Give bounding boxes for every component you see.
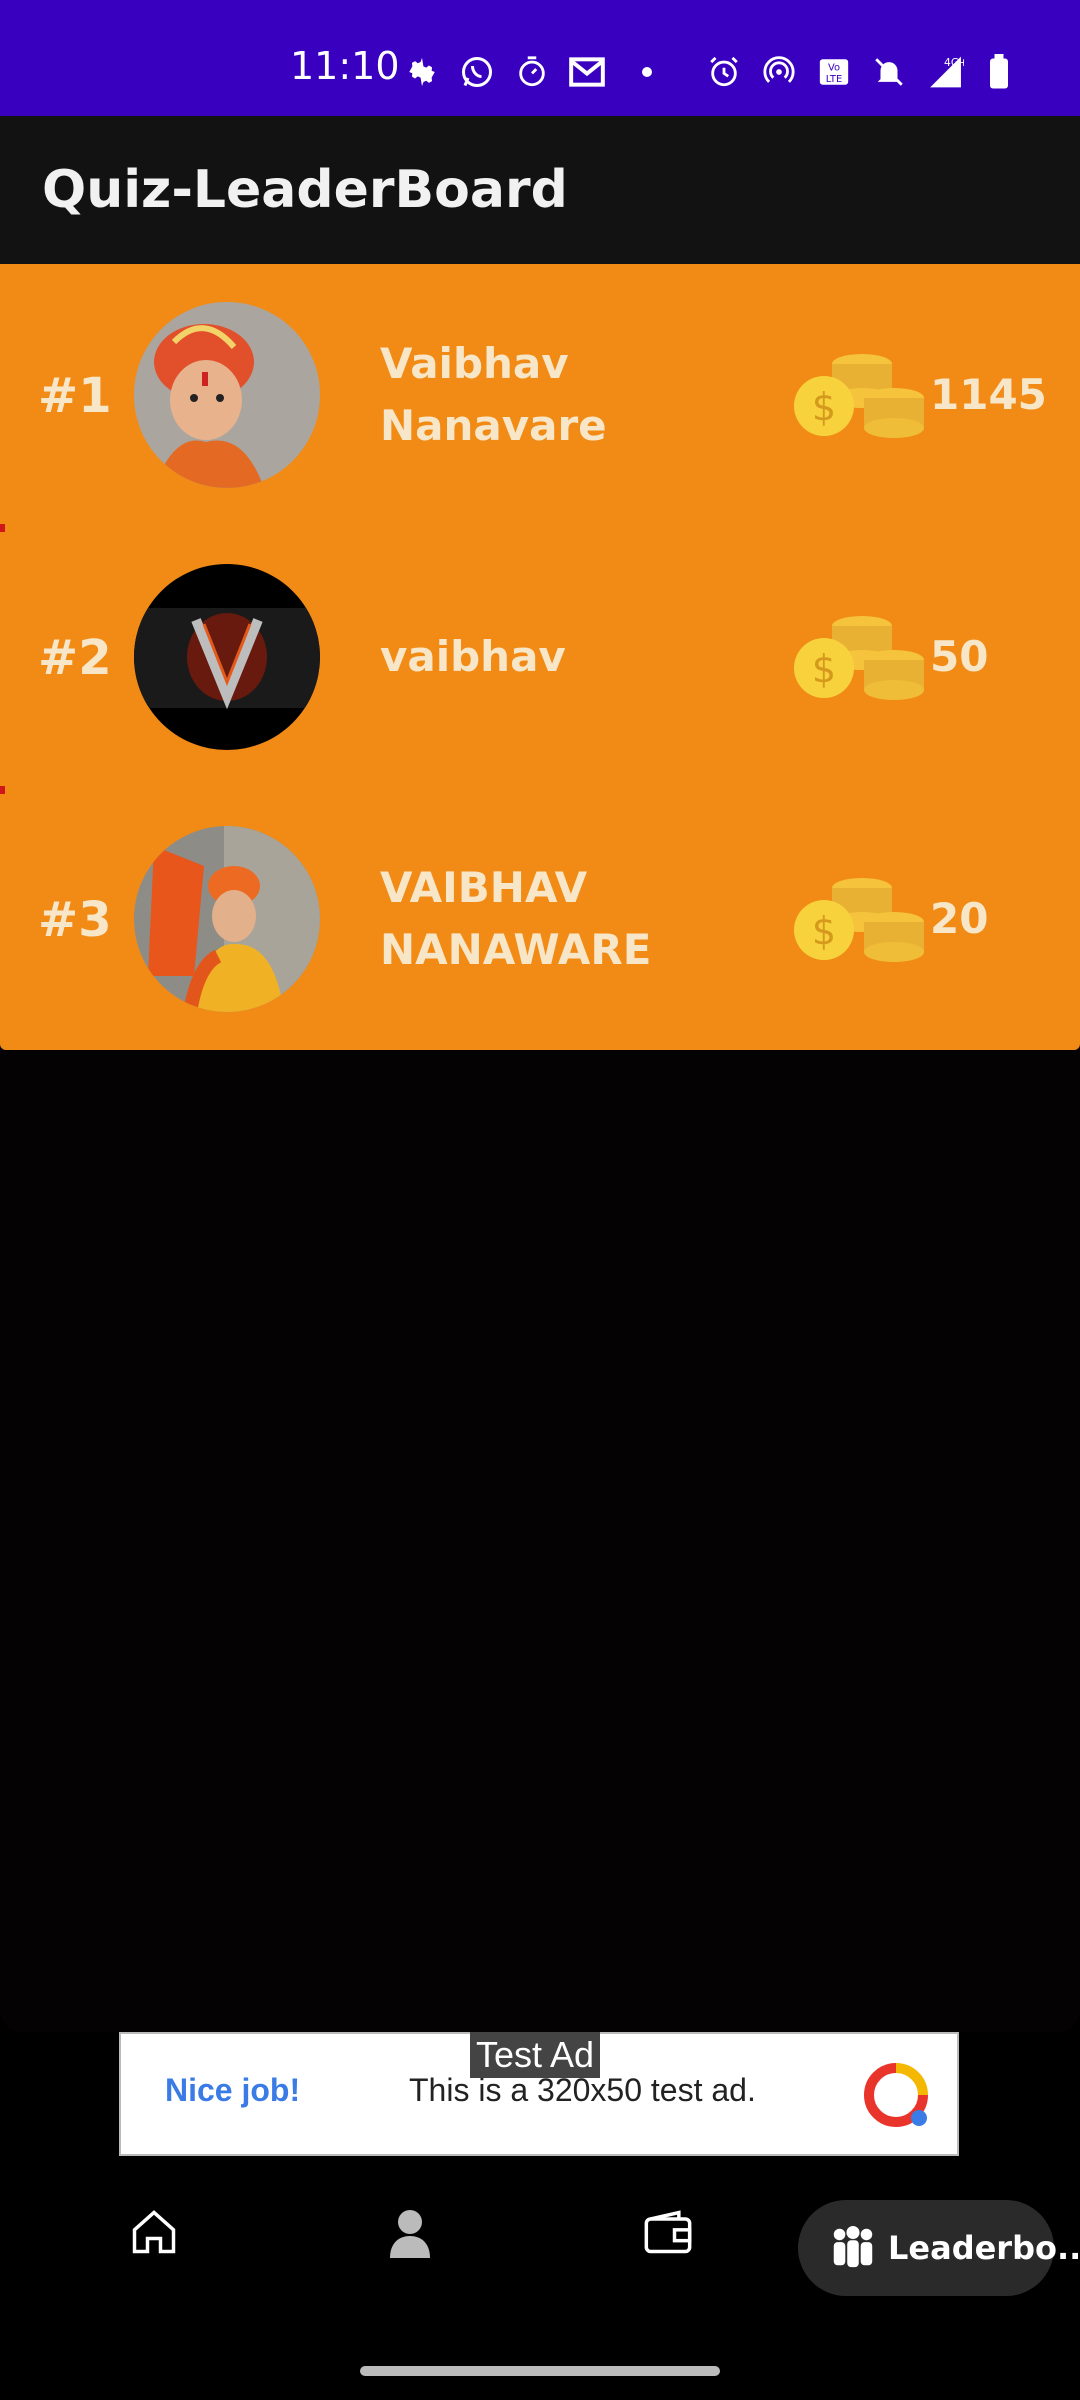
leaderboard-row-2[interactable]: #2 vaibhav $ 50 bbox=[0, 526, 1080, 788]
nav-leaderboard[interactable]: Leaderbo... bbox=[798, 2200, 1080, 2296]
ad-logo-icon bbox=[861, 2060, 931, 2130]
ad-cta[interactable]: Nice job! bbox=[165, 2072, 300, 2109]
home-indicator[interactable] bbox=[360, 2366, 720, 2376]
svg-text:Vo: Vo bbox=[828, 63, 840, 74]
svg-text:$: $ bbox=[812, 909, 836, 953]
hotspot-icon bbox=[759, 52, 799, 92]
status-bar: 11:10 VoLTE 4G+ bbox=[0, 0, 1080, 116]
player-score: 20 bbox=[930, 894, 989, 943]
signal-4g-icon: 4G+ bbox=[924, 52, 964, 92]
svg-text:4G+: 4G+ bbox=[944, 56, 964, 69]
app-bar: Quiz-LeaderBoard bbox=[0, 116, 1080, 264]
avatar[interactable] bbox=[134, 564, 320, 750]
player-name: VAIBHAV NANAWARE bbox=[380, 863, 652, 974]
player-name: Vaibhav Nanavare bbox=[380, 339, 607, 450]
leaderboard-row-3[interactable]: #3 VAIBHAV NANAWARE $ 20 bbox=[0, 788, 1080, 1050]
volte-icon: Vo LTE bbox=[814, 52, 854, 92]
timer-icon bbox=[512, 52, 552, 92]
profile-icon bbox=[386, 2206, 434, 2263]
rank-label: #3 bbox=[38, 892, 112, 948]
coins-icon: $ bbox=[792, 872, 930, 968]
svg-text:$: $ bbox=[812, 647, 836, 691]
whatsapp-icon bbox=[457, 52, 497, 92]
group-icon bbox=[828, 2221, 878, 2276]
nav-wallet[interactable] bbox=[638, 2204, 698, 2264]
status-icons: VoLTE 4G+ bbox=[402, 52, 1034, 92]
notification-dot-icon bbox=[642, 67, 652, 77]
player-score: 1145 bbox=[930, 370, 1047, 419]
avatar[interactable] bbox=[134, 826, 320, 1012]
wallet-icon bbox=[642, 2206, 694, 2263]
alarm-icon bbox=[704, 52, 744, 92]
rank-label: #1 bbox=[38, 368, 112, 424]
avatar[interactable] bbox=[134, 302, 320, 488]
settings-icon bbox=[402, 52, 442, 92]
player-name: vaibhav bbox=[380, 632, 566, 681]
bottom-nav: Leaderbo... bbox=[0, 2160, 1080, 2400]
home-icon bbox=[128, 2206, 180, 2263]
nav-leaderboard-label: Leaderbo... bbox=[888, 2229, 1080, 2267]
gmail-icon bbox=[567, 52, 607, 92]
player-score: 50 bbox=[930, 632, 989, 681]
status-time: 11:10 bbox=[290, 44, 400, 88]
nav-home[interactable] bbox=[124, 2204, 184, 2264]
page-title: Quiz-LeaderBoard bbox=[42, 160, 568, 220]
coins-icon: $ bbox=[792, 610, 930, 706]
leaderboard-content: #1 Vaibhav Nanavare $ 1145 #2 vaibhav $ … bbox=[0, 264, 1080, 2032]
leaderboard-list[interactable]: #1 Vaibhav Nanavare $ 1145 #2 vaibhav $ … bbox=[0, 264, 1080, 1050]
ad-badge: Test Ad bbox=[470, 2032, 601, 2078]
rank-label: #2 bbox=[38, 630, 112, 686]
svg-text:$: $ bbox=[812, 385, 836, 429]
battery-icon bbox=[979, 52, 1019, 92]
leaderboard-row-1[interactable]: #1 Vaibhav Nanavare $ 1145 bbox=[0, 264, 1080, 526]
svg-text:LTE: LTE bbox=[826, 74, 842, 85]
nav-profile[interactable] bbox=[380, 2204, 440, 2264]
mute-icon bbox=[869, 52, 909, 92]
coins-icon: $ bbox=[792, 348, 930, 444]
